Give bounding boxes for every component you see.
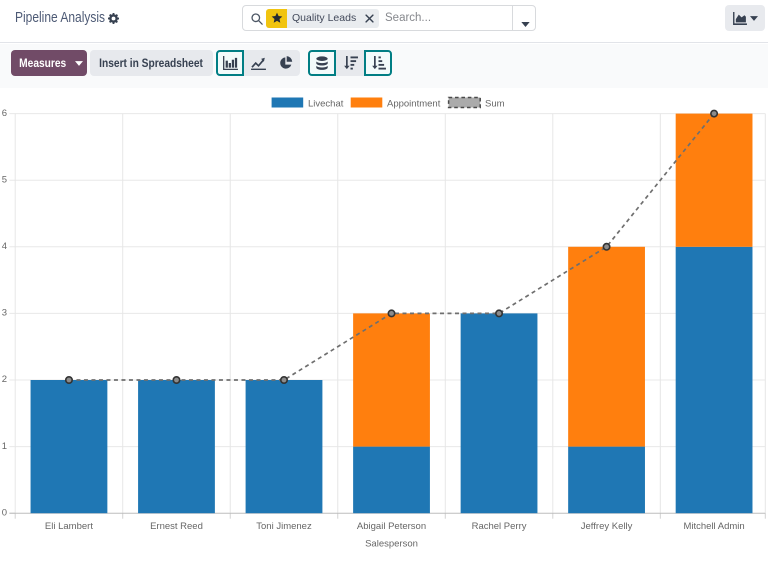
svg-text:Toni Jimenez: Toni Jimenez	[256, 521, 312, 532]
svg-text:5: 5	[2, 174, 7, 185]
svg-text:Mitchell Admin: Mitchell Admin	[683, 521, 744, 532]
svg-text:4: 4	[2, 241, 7, 252]
svg-text:Eli Lambert: Eli Lambert	[45, 521, 93, 532]
svg-text:6: 6	[2, 108, 7, 119]
svg-text:Sum: Sum	[485, 98, 505, 109]
svg-text:Livechat: Livechat	[308, 98, 344, 109]
svg-text:Abigail Peterson: Abigail Peterson	[357, 521, 426, 532]
svg-text:Ernest Reed: Ernest Reed	[150, 521, 203, 532]
svg-text:3: 3	[2, 308, 7, 319]
svg-text:Appointment: Appointment	[387, 98, 441, 109]
svg-text:0: 0	[2, 507, 7, 518]
svg-text:Rachel Perry: Rachel Perry	[472, 521, 527, 532]
svg-text:Salesperson: Salesperson	[365, 538, 418, 549]
svg-text:1: 1	[2, 441, 7, 452]
svg-text:Jeffrey Kelly: Jeffrey Kelly	[581, 521, 633, 532]
svg-text:2: 2	[2, 374, 7, 385]
